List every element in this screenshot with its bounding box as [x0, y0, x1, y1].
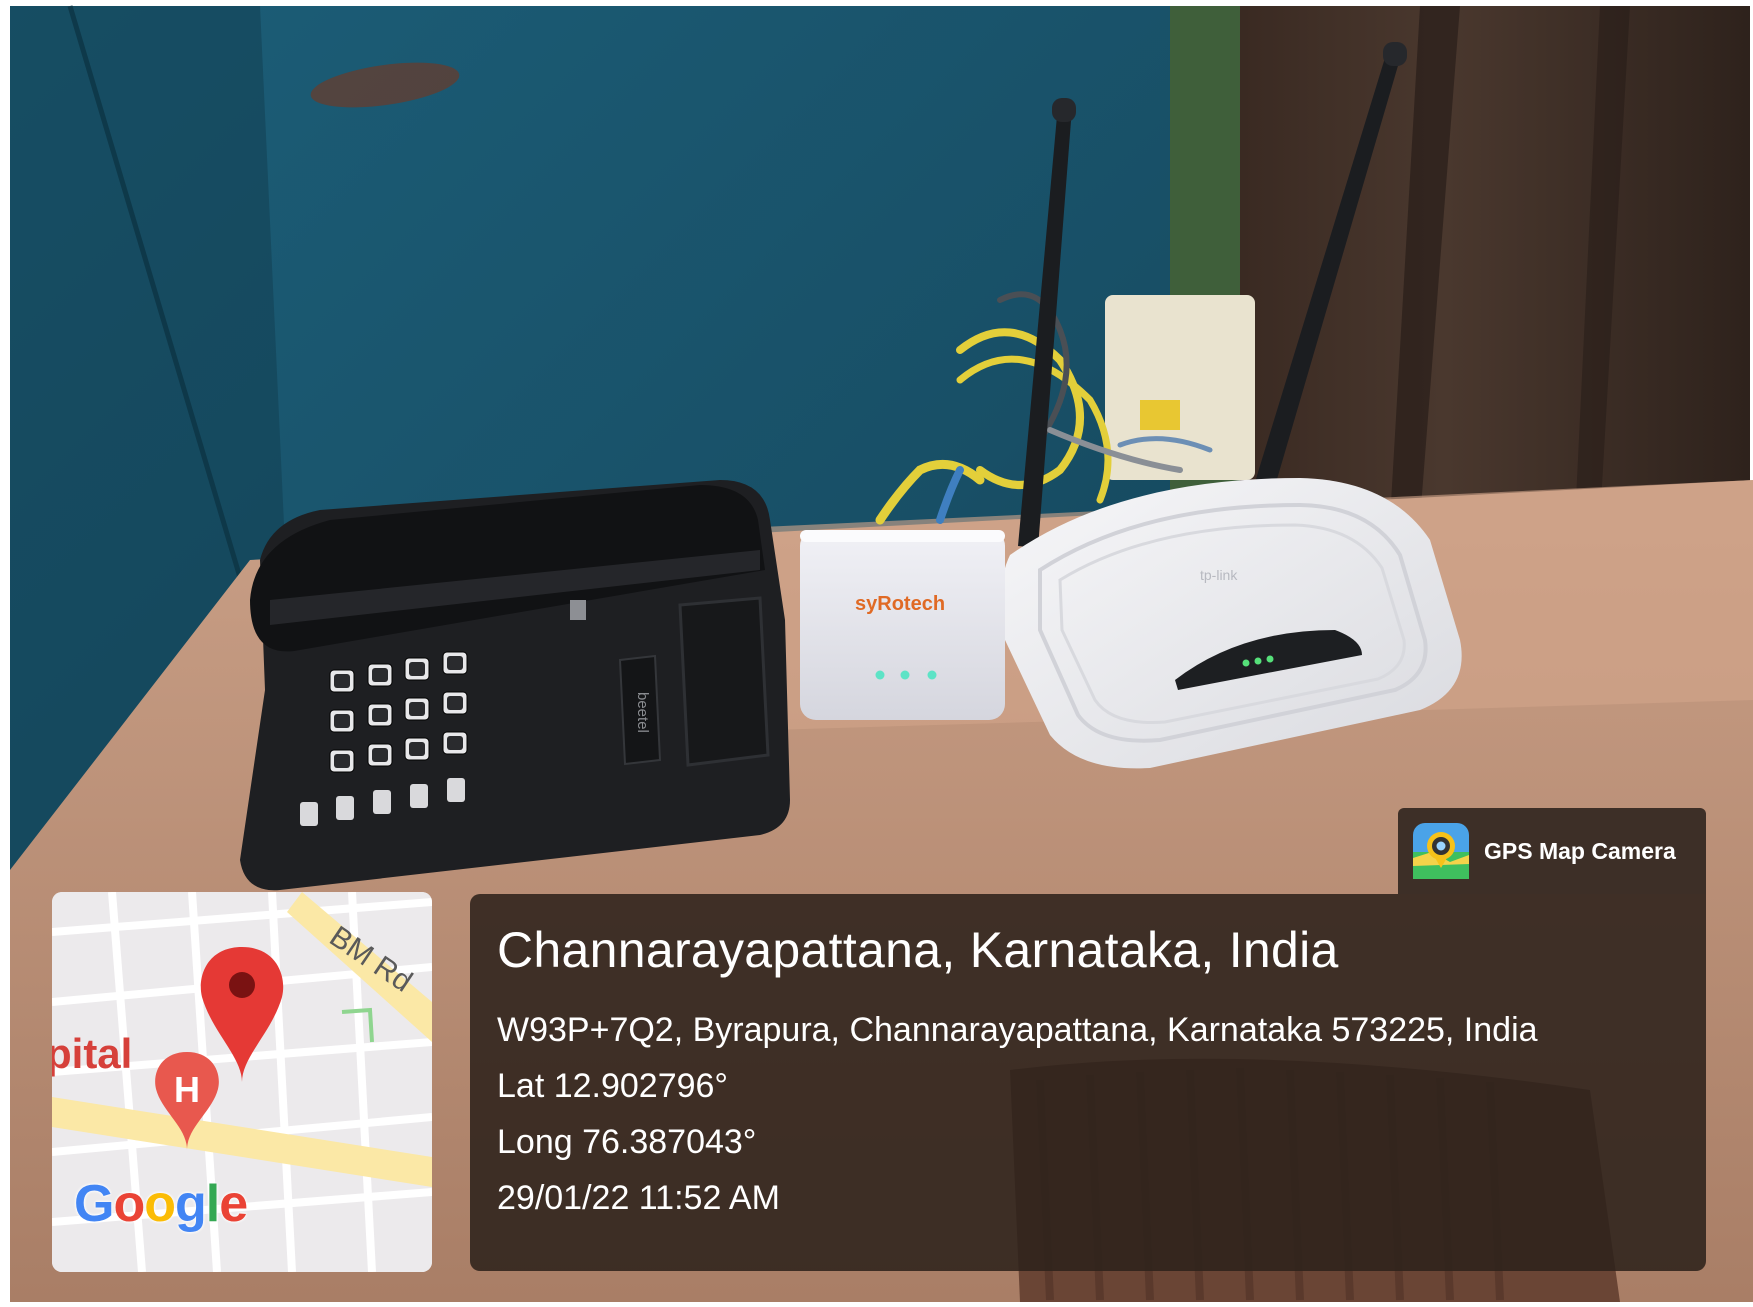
poi-label: pital	[52, 1030, 133, 1077]
google-logo-letter: e	[219, 1175, 248, 1233]
svg-text:H: H	[174, 1069, 200, 1110]
google-logo-letter: o	[113, 1175, 145, 1233]
gps-map-camera-badge: GPS Map Camera	[1398, 808, 1706, 894]
datetime-line: 29/01/22 11:52 AM	[497, 1179, 780, 1217]
router-brand-label: tp-link	[1200, 567, 1238, 583]
latitude-line: Lat 12.902796°	[497, 1067, 729, 1105]
google-logo-letter: o	[144, 1175, 176, 1233]
syrotech-brand-label: syRotech	[855, 593, 945, 615]
mini-map: H pital BM Rd Google	[52, 892, 432, 1272]
gps-map-camera-icon	[1413, 823, 1469, 879]
longitude-line: Long 76.387043°	[497, 1123, 757, 1161]
location-info-panel: Channarayapattana, Karnataka, India W93P…	[470, 894, 1706, 1271]
google-logo-letter: G	[74, 1175, 114, 1233]
google-logo-letter: l	[205, 1175, 220, 1233]
google-logo: Google	[74, 1174, 248, 1234]
photo-stage: tp-link syRotech beetel GPS Map Camera C…	[0, 0, 1753, 1307]
app-name: GPS Map Camera	[1484, 837, 1676, 864]
junction-box	[1105, 295, 1255, 480]
phone-brand-label: beetel	[634, 692, 651, 733]
place-title: Channarayapattana, Karnataka, India	[497, 922, 1339, 978]
beetel-desk-phone: beetel	[240, 480, 790, 891]
address-line: W93P+7Q2, Byrapura, Channarayapattana, K…	[497, 1011, 1538, 1049]
syrotech-device	[800, 530, 1005, 720]
google-logo-letter: g	[174, 1175, 207, 1233]
